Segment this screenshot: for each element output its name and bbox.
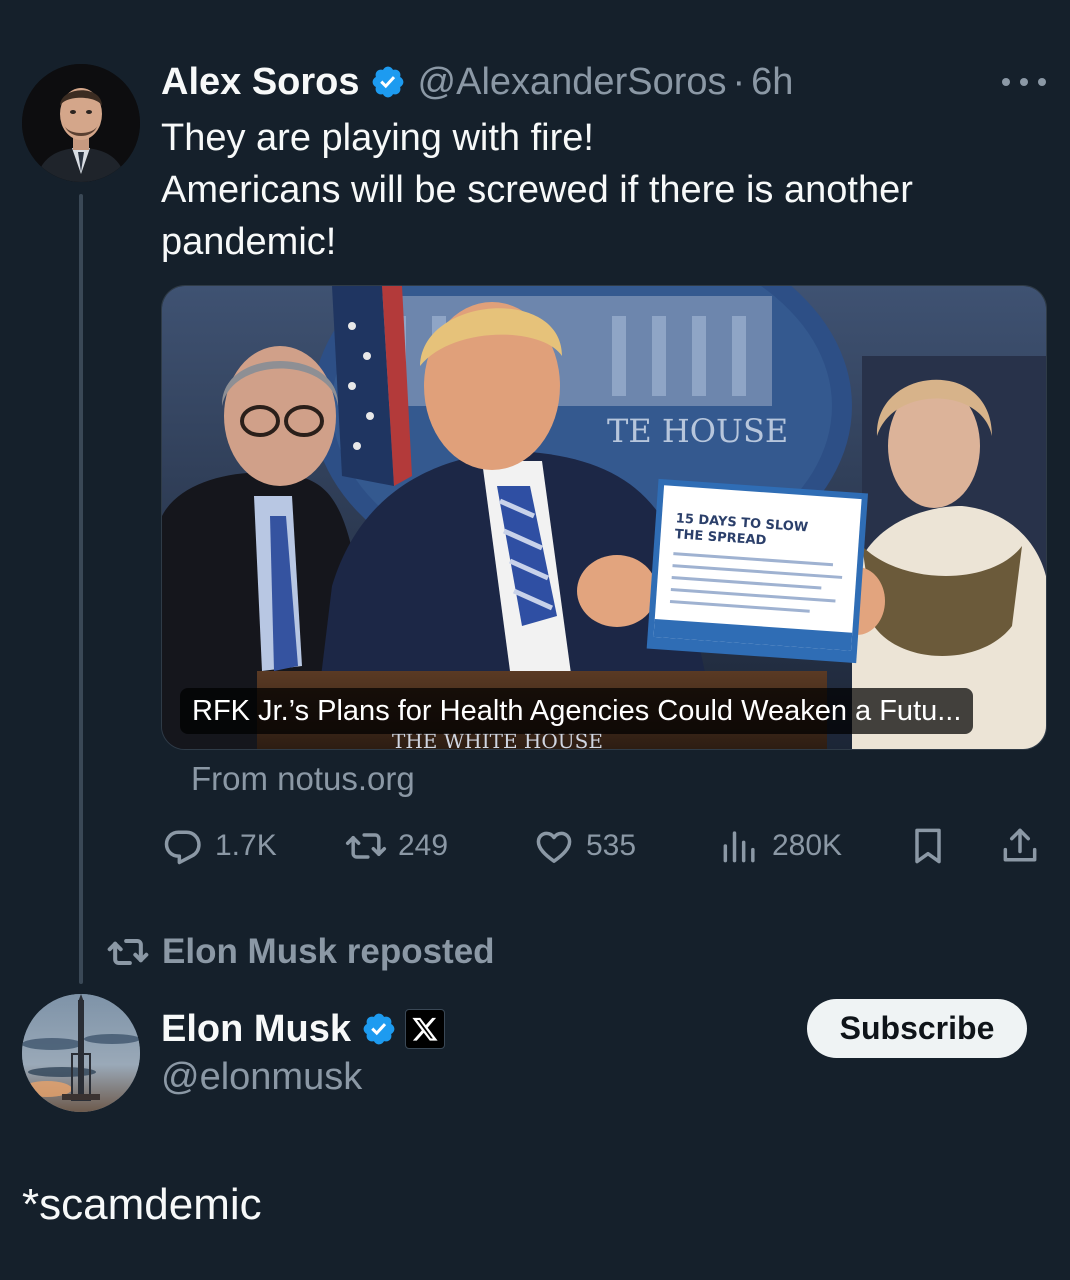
subscribe-button[interactable]: Subscribe	[807, 999, 1027, 1058]
link-preview-card[interactable]: TE HOUSE 15 DAYS TO SLOW THE SPREAD THE …	[161, 285, 1047, 750]
bookmark-button[interactable]	[906, 822, 950, 870]
reposter-avatar[interactable]	[22, 994, 140, 1112]
card-press-briefing-image: TE HOUSE 15 DAYS TO SLOW THE SPREAD THE …	[162, 286, 1046, 749]
tweet-timestamp[interactable]: 6h	[751, 61, 793, 104]
separator-dot: ·	[732, 60, 746, 103]
repost-context[interactable]: Elon Musk reposted	[106, 928, 495, 976]
card-source-link[interactable]: From notus.org	[191, 760, 415, 798]
repost-label-text: Elon Musk reposted	[162, 932, 495, 971]
reply-bubble-icon	[164, 830, 201, 865]
avatar-rocket-image	[22, 994, 140, 1112]
bookmark-icon	[915, 828, 941, 864]
views-count: 280K	[772, 829, 843, 862]
more-horizontal-icon[interactable]	[1002, 64, 1046, 100]
like-count: 535	[586, 829, 637, 862]
repost-arrows-icon	[345, 833, 387, 859]
tweet-text: They are playing with fire! Americans wi…	[161, 112, 1041, 268]
repost-count: 249	[398, 829, 449, 862]
svg-text:TE HOUSE: TE HOUSE	[607, 412, 788, 450]
like-button[interactable]: 535	[532, 822, 636, 870]
share-button[interactable]	[998, 822, 1042, 870]
thread-connector-line	[79, 194, 83, 984]
heart-icon	[536, 831, 572, 863]
reply-text: *scamdemic	[22, 1180, 262, 1229]
tweet-text-line: Americans will be screwed if there is an…	[161, 169, 913, 211]
avatar-portrait-image	[22, 64, 140, 182]
views-button[interactable]: 280K	[718, 822, 842, 870]
views-bars-icon	[723, 831, 755, 863]
tweet-text-line: pandemic!	[161, 221, 337, 263]
reply-button[interactable]: 1.7K	[161, 822, 277, 870]
reposter-handle[interactable]: @elonmusk	[161, 1056, 362, 1099]
card-headline[interactable]: RFK Jr.’s Plans for Health Agencies Coul…	[180, 688, 974, 734]
verified-badge-icon[interactable]	[370, 64, 406, 100]
author-handle[interactable]: @AlexanderSoros	[418, 61, 727, 104]
author-name[interactable]: Alex Soros	[161, 61, 360, 104]
tweet-header: Alex Soros @AlexanderSoros · 6h	[161, 58, 793, 106]
repost-arrows-icon	[107, 938, 149, 966]
author-avatar[interactable]	[22, 64, 140, 182]
reposter-header: Elon Musk	[161, 1006, 446, 1052]
share-icon	[1003, 828, 1037, 862]
x-logo-icon[interactable]	[405, 1009, 446, 1049]
tweet-screen: Alex Soros @AlexanderSoros · 6h They are…	[0, 0, 1070, 1280]
reposter-name[interactable]: Elon Musk	[161, 1008, 351, 1051]
tweet-text-line: They are playing with fire!	[161, 117, 594, 159]
verified-badge-icon[interactable]	[361, 1011, 397, 1047]
reply-count: 1.7K	[215, 829, 277, 862]
repost-button[interactable]: 249	[344, 822, 448, 870]
